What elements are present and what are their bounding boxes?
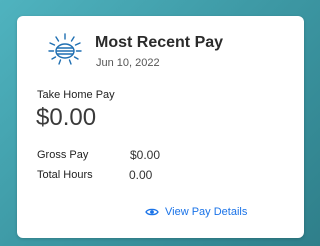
view-pay-details-link[interactable]: View Pay Details <box>145 206 247 218</box>
gross-pay-label: Gross Pay <box>37 149 89 161</box>
view-pay-details-label: View Pay Details <box>165 206 248 218</box>
most-recent-pay-card: Most Recent Pay Jun 10, 2022 Take Home P… <box>17 16 304 238</box>
pay-date: Jun 10, 2022 <box>96 57 160 69</box>
take-home-pay-value: $0.00 <box>36 104 97 131</box>
total-hours-value: 0.00 <box>129 168 153 182</box>
take-home-pay-label: Take Home Pay <box>37 89 115 101</box>
gross-pay-value: $0.00 <box>130 148 161 162</box>
card-title: Most Recent Pay <box>95 34 224 51</box>
total-hours-label: Total Hours <box>37 169 93 181</box>
eye-icon <box>145 208 159 216</box>
sun-icon <box>48 33 82 65</box>
